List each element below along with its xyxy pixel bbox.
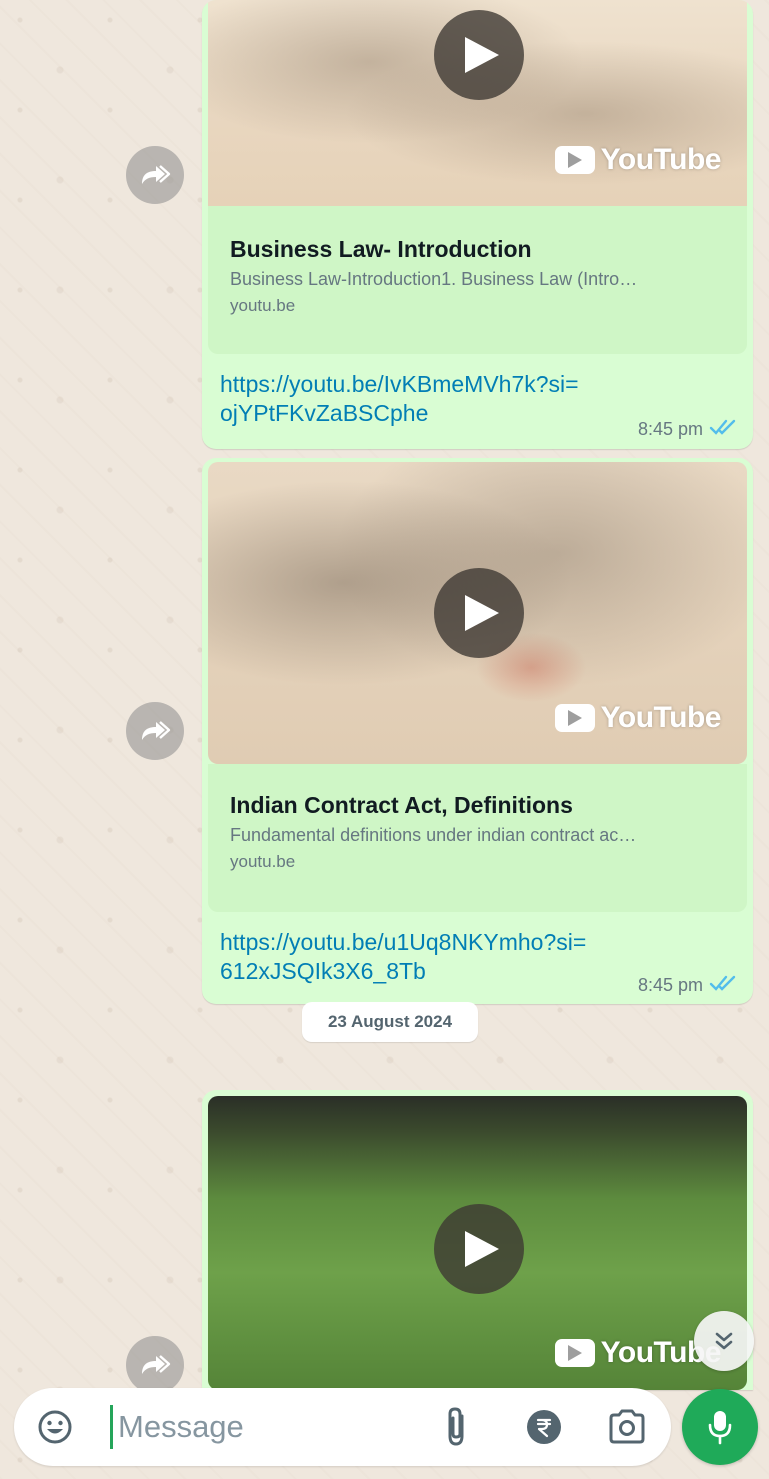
video-thumbnail[interactable]: YouTube	[208, 1096, 747, 1390]
play-icon	[465, 595, 499, 631]
double-chevron-down-icon	[715, 1332, 733, 1350]
message-link[interactable]: https://youtu.be/IvKBmeMVh7k?si= ojYPtFK…	[220, 370, 579, 428]
link-line-2[interactable]: 612xJSQIk3X6_8Tb	[220, 957, 586, 986]
scroll-to-bottom-button[interactable]	[694, 1311, 754, 1371]
link-preview-card[interactable]: Business Law- Introduction Business Law-…	[208, 206, 747, 354]
text-cursor	[110, 1405, 113, 1449]
camera-icon[interactable]	[606, 1406, 648, 1446]
link-line-2[interactable]: ojYPtFKvZaBSCphe	[220, 399, 579, 428]
youtube-logo-icon	[554, 146, 595, 174]
message-composer	[14, 1388, 671, 1466]
preview-description: Business Law-Introduction1. Business Law…	[230, 269, 638, 289]
play-icon	[465, 37, 499, 73]
microphone-icon	[708, 1411, 732, 1445]
message-bubble[interactable]: YouTube Indian Contract Act, Definitions…	[202, 458, 753, 1004]
play-button[interactable]	[434, 10, 524, 100]
youtube-logo-icon	[554, 1339, 595, 1367]
rupee-icon[interactable]	[526, 1409, 562, 1445]
forward-icon[interactable]	[126, 146, 184, 204]
preview-title: Business Law- Introduction	[230, 236, 532, 262]
preview-domain: youtu.be	[230, 296, 296, 315]
link-line-1[interactable]: https://youtu.be/IvKBmeMVh7k?si=	[220, 370, 579, 399]
youtube-label: YouTube	[600, 701, 722, 734]
youtube-label: YouTube	[600, 143, 722, 176]
message-meta: 8:45 pm	[638, 418, 737, 441]
double-check-icon	[709, 974, 737, 997]
play-button[interactable]	[434, 568, 524, 658]
youtube-logo-icon	[554, 704, 595, 732]
forward-icon[interactable]	[126, 1336, 184, 1394]
preview-title: Indian Contract Act, Definitions	[230, 792, 573, 818]
message-time: 8:45 pm	[637, 975, 703, 995]
youtube-watermark: YouTube	[554, 143, 722, 177]
video-thumbnail[interactable]: YouTube	[208, 0, 747, 206]
forward-icon[interactable]	[126, 702, 184, 760]
double-check-icon	[709, 418, 737, 441]
paperclip-icon[interactable]	[442, 1406, 472, 1448]
message-time: 8:45 pm	[637, 419, 703, 439]
microphone-button[interactable]	[682, 1389, 758, 1465]
message-bubble[interactable]: YouTube Business Law- Introduction Busin…	[202, 0, 753, 449]
link-line-1[interactable]: https://youtu.be/u1Uq8NKYmho?si=	[220, 928, 586, 957]
message-input[interactable]	[118, 1402, 418, 1452]
play-button[interactable]	[434, 1204, 524, 1294]
preview-domain: youtu.be	[230, 852, 296, 871]
message-bubble[interactable]: YouTube	[202, 1090, 753, 1390]
video-thumbnail[interactable]: YouTube	[208, 462, 747, 764]
emoji-icon[interactable]	[36, 1408, 74, 1446]
play-icon	[465, 1231, 499, 1267]
preview-description: Fundamental definitions under indian con…	[230, 825, 637, 845]
date-separator: 23 August 2024	[302, 1002, 478, 1042]
message-meta: 8:45 pm	[638, 974, 737, 997]
link-preview-card[interactable]: Indian Contract Act, Definitions Fundame…	[208, 764, 747, 912]
message-link[interactable]: https://youtu.be/u1Uq8NKYmho?si= 612xJSQ…	[220, 928, 586, 986]
youtube-watermark: YouTube	[554, 701, 722, 735]
